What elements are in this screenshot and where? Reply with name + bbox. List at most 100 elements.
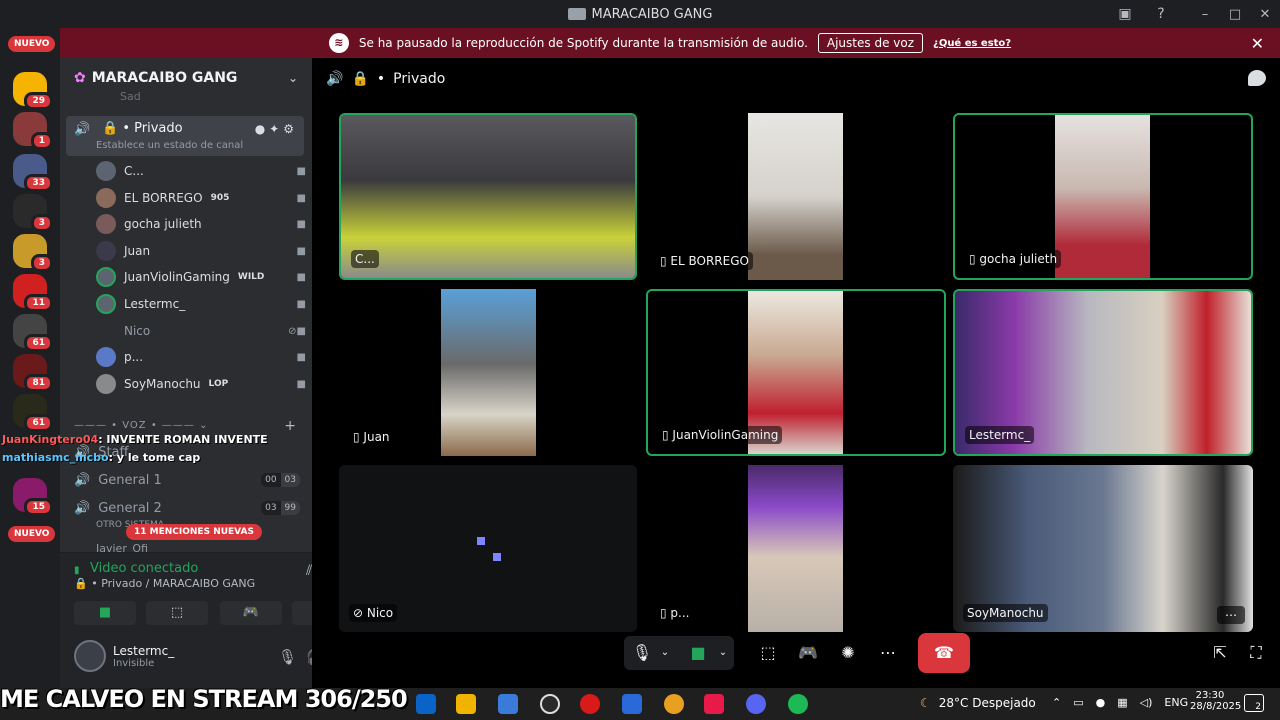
avatar xyxy=(96,241,116,261)
clock[interactable]: 23:30 28/8/2025 xyxy=(1190,690,1241,712)
server-icon[interactable]: 61 xyxy=(13,314,53,352)
network-icon[interactable]: ▦ xyxy=(1117,696,1127,709)
store-icon[interactable] xyxy=(498,694,518,714)
server-icon[interactable]: 61 xyxy=(13,394,53,432)
chrome-icon[interactable] xyxy=(664,694,684,714)
tile-label: ▯ Juan xyxy=(349,428,394,446)
server-icon[interactable]: 33 xyxy=(13,154,53,192)
new-badge-bottom[interactable]: NUEVO xyxy=(8,526,56,542)
voice-channel-general-1[interactable]: 🔊 General 1 00 03 xyxy=(74,468,300,492)
voice-user[interactable]: C... ■ xyxy=(96,158,306,184)
voice-user[interactable]: Juan ■ xyxy=(96,238,306,264)
notification-center-icon[interactable]: 2 xyxy=(1244,694,1264,712)
chevron-up-icon[interactable]: ⌃ xyxy=(1052,696,1061,709)
voice-user[interactable]: Lestermc_ ■ xyxy=(96,291,306,317)
server-icon[interactable]: 3 xyxy=(13,194,53,232)
minimize-button[interactable]: – xyxy=(1190,7,1220,22)
tile-label: C... xyxy=(351,250,379,268)
channel-status-hint[interactable]: Establece un estado de canal xyxy=(96,140,243,151)
prev-channel[interactable]: Sad xyxy=(120,90,141,103)
discord-icon[interactable] xyxy=(746,694,766,714)
channel-actions[interactable]: ●✦⚙ xyxy=(255,122,298,136)
camera-button[interactable]: ■ xyxy=(74,601,136,625)
server-icon[interactable]: 3 xyxy=(13,234,53,272)
server-icon[interactable]: 81 xyxy=(13,354,53,392)
fullscreen-icon[interactable]: ⛶ xyxy=(1244,636,1268,670)
video-tile[interactable]: ▯ EL BORREGO xyxy=(646,113,944,280)
more-options-button[interactable]: ⋯ xyxy=(1217,606,1245,624)
soundboard-icon[interactable]: ✺ xyxy=(836,636,860,670)
video-tile[interactable]: ▯ JuanViolinGaming xyxy=(646,289,946,456)
voice-user[interactable]: SoyManochu LOP ■ xyxy=(96,371,306,397)
chat-icon[interactable] xyxy=(1248,70,1266,86)
volume-icon[interactable]: ◁) xyxy=(1140,696,1153,709)
server-icon[interactable]: 29 xyxy=(13,72,53,110)
voice-user[interactable]: p... ■ xyxy=(96,344,306,370)
channel-privado[interactable]: 🔊 🔒 • Privado Establece un estado de can… xyxy=(66,116,304,156)
activities-button[interactable]: 🎮 xyxy=(220,601,282,625)
voice-user[interactable]: EL BORREGO 905 ■ xyxy=(96,185,306,211)
video-tile[interactable]: Lestermc_ xyxy=(953,289,1253,456)
language-indicator[interactable]: ENG xyxy=(1164,696,1188,709)
window-title: MARACAIBO GANG xyxy=(567,7,712,22)
video-tile[interactable]: SoyManochu ⋯ xyxy=(953,465,1253,632)
activities-icon[interactable]: 🎮 xyxy=(796,636,820,670)
video-tile[interactable]: ▯ Juan xyxy=(339,289,637,456)
spotify-icon[interactable] xyxy=(788,694,808,714)
title-bar: MARACAIBO GANG ▣ ? – □ ✕ xyxy=(0,0,1280,28)
file-explorer-icon[interactable] xyxy=(456,694,476,714)
connection-status[interactable]: Video conectado xyxy=(90,561,198,576)
close-window-button[interactable]: ✕ xyxy=(1250,7,1280,22)
user-name[interactable]: Lestermc_ xyxy=(113,644,174,658)
screen-share-button[interactable]: ⬚ xyxy=(146,601,208,625)
weather-widget[interactable]: ☾ 28°C Despejado xyxy=(920,696,1036,710)
screen-share-icon[interactable]: ⬚ xyxy=(756,636,780,670)
signal-icon[interactable]: ▮ xyxy=(74,565,84,576)
video-tile[interactable]: C... xyxy=(339,113,637,280)
app-icon[interactable] xyxy=(540,694,560,714)
outlook-icon[interactable] xyxy=(416,694,436,714)
help-icon[interactable]: ? xyxy=(1152,5,1170,23)
voice-category[interactable]: ——— • VOZ • ——— ⌄ xyxy=(74,420,208,431)
tray-icon[interactable]: ▭ xyxy=(1073,696,1083,709)
camera-icon[interactable]: ■ xyxy=(686,636,710,670)
voice-settings-button[interactable]: Ajustes de voz xyxy=(817,33,924,53)
video-tile[interactable]: ▯ p... xyxy=(646,465,944,632)
guild-header[interactable]: ✿ MARACAIBO GANG ⌄ xyxy=(60,58,312,98)
moon-icon: ☾ xyxy=(920,696,931,710)
voice-user[interactable]: JuanViolinGaming WILD ■ xyxy=(96,264,306,290)
app-icon[interactable] xyxy=(622,694,642,714)
server-icon[interactable]: 15 xyxy=(13,478,53,516)
disconnect-button[interactable]: ☎ xyxy=(918,633,970,673)
opera-icon[interactable] xyxy=(580,694,600,714)
popout-icon[interactable]: ⇱ xyxy=(1208,636,1232,670)
avatar xyxy=(96,321,116,341)
add-channel-icon[interactable]: + xyxy=(284,418,296,434)
inbox-icon[interactable]: ▣ xyxy=(1116,5,1134,23)
chevron-down-icon[interactable]: ⌄ xyxy=(656,636,674,670)
loading-dot xyxy=(477,537,485,545)
server-icon[interactable]: 1 xyxy=(13,112,53,150)
user-avatar[interactable] xyxy=(74,640,106,672)
whats-this-link[interactable]: ¿Qué es esto? xyxy=(933,38,1011,49)
more-icon[interactable]: ⋯ xyxy=(876,636,900,670)
spotify-notice-banner: ≋ Se ha pausado la reproducción de Spoti… xyxy=(60,28,1280,58)
tiktok-icon[interactable] xyxy=(704,694,724,714)
microphone-icon[interactable]: ● xyxy=(1096,696,1106,709)
voice-user[interactable]: gocha julieth ■ xyxy=(96,211,306,237)
tile-label: ▯ EL BORREGO xyxy=(656,252,753,270)
connection-channel[interactable]: 🔒 • Privado / MARACAIBO GANG xyxy=(74,577,255,590)
video-tile[interactable]: ⊘ Nico xyxy=(339,465,637,632)
server-icon[interactable]: 11 xyxy=(13,274,53,312)
close-banner-icon[interactable]: ✕ xyxy=(1251,34,1264,53)
new-badge-top[interactable]: NUEVO xyxy=(8,36,56,52)
video-tile[interactable]: ▯ gocha julieth xyxy=(953,113,1253,280)
voice-channel-general-2[interactable]: 🔊 General 2 03 99 xyxy=(74,496,300,520)
system-tray[interactable]: ⌃ ▭ ● ▦ ◁) ENG xyxy=(1052,696,1188,709)
microphone-icon[interactable]: 🎙 xyxy=(630,636,654,670)
maximize-button[interactable]: □ xyxy=(1220,7,1250,22)
chevron-down-icon[interactable]: ⌄ xyxy=(714,636,732,670)
voice-user[interactable]: Nico ⊘■ xyxy=(96,318,306,344)
microphone-icon[interactable]: 🎙 xyxy=(278,648,297,666)
new-mentions-pill[interactable]: 11 MENCIONES NUEVAS xyxy=(126,524,262,540)
